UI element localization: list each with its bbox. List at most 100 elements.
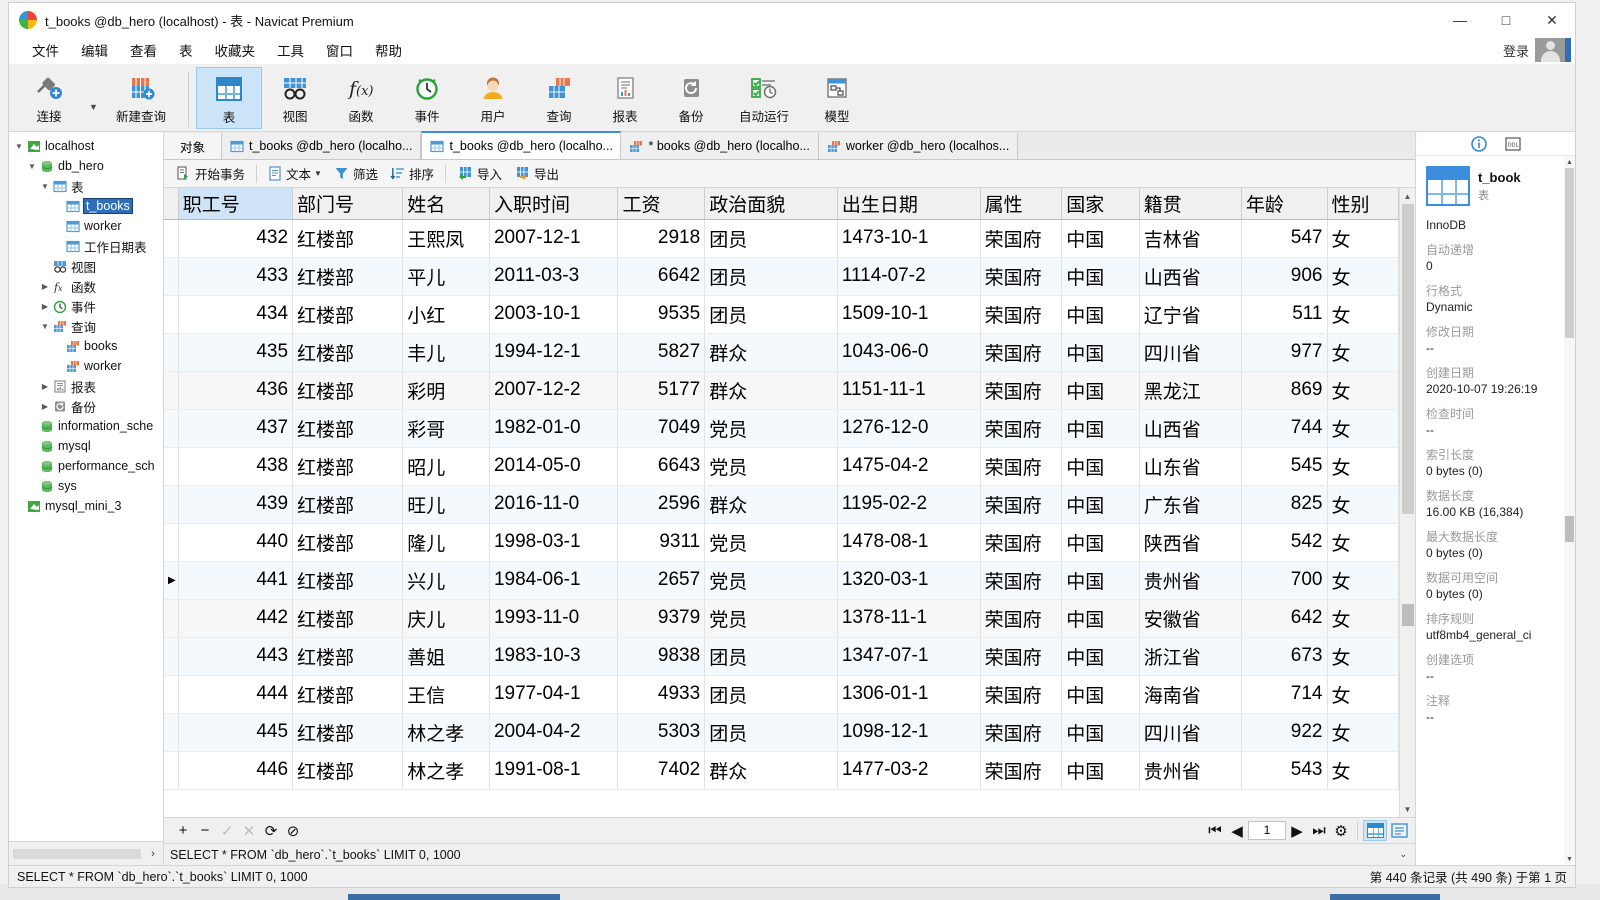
cell-2-9[interactable]: 辽宁省 [1139, 295, 1242, 334]
cell-1-4[interactable]: 6642 [617, 257, 706, 296]
row-marker[interactable] [164, 523, 179, 562]
cell-3-5[interactable]: 群众 [704, 333, 838, 372]
tree-node-[interactable]: 工作日期表 [9, 236, 163, 256]
cell-10-7[interactable]: 荣国府 [980, 599, 1063, 638]
cell-9-10[interactable]: 700 [1241, 561, 1328, 600]
cell-3-1[interactable]: 红楼部 [292, 333, 404, 372]
close-button[interactable]: ✕ [1529, 3, 1575, 37]
cell-13-4[interactable]: 5303 [617, 713, 706, 752]
menu-help[interactable]: 帮助 [364, 37, 413, 63]
cell-6-9[interactable]: 山东省 [1139, 447, 1242, 486]
collapsed-arrow-icon[interactable]: ▶ [39, 282, 51, 291]
row-marker[interactable] [164, 637, 179, 676]
cell-13-5[interactable]: 团员 [704, 713, 838, 752]
cell-5-9[interactable]: 山西省 [1139, 409, 1242, 448]
next-page-button[interactable]: ▶ [1286, 821, 1308, 841]
toolbar-query[interactable]: 查询 [526, 67, 592, 129]
column-header-0[interactable]: 职工号 [178, 188, 294, 220]
cell-0-5[interactable]: 团员 [704, 219, 838, 258]
cell-8-2[interactable]: 隆儿 [402, 523, 490, 562]
info-scroll-down-icon[interactable]: ▼ [1564, 853, 1575, 865]
cell-12-9[interactable]: 海南省 [1139, 675, 1242, 714]
cell-1-6[interactable]: 1114-07-2 [837, 257, 981, 296]
refresh-button[interactable]: ⟳ [260, 821, 282, 841]
text-button[interactable]: 文本 ▼ [262, 163, 328, 185]
cell-7-8[interactable]: 中国 [1061, 485, 1140, 524]
ddl-icon[interactable]: DDL [1504, 135, 1522, 153]
cell-4-4[interactable]: 5177 [617, 371, 706, 410]
collapsed-arrow-icon[interactable]: ▶ [39, 402, 51, 411]
cell-3-10[interactable]: 977 [1241, 333, 1328, 372]
cell-8-10[interactable]: 542 [1241, 523, 1328, 562]
cell-12-10[interactable]: 714 [1241, 675, 1328, 714]
menu-view[interactable]: 查看 [119, 37, 168, 63]
cell-8-4[interactable]: 9311 [617, 523, 706, 562]
cell-4-8[interactable]: 中国 [1061, 371, 1140, 410]
cell-6-0[interactable]: 438 [178, 447, 294, 486]
table-row[interactable]: 437 红楼部 彩哥 1982-01-0 7049 党员 1276-12-0 荣国府 中国 山西省… [164, 409, 1399, 448]
scroll-down-icon[interactable]: ▼ [1400, 801, 1416, 817]
row-marker[interactable] [164, 257, 179, 296]
column-header-11[interactable]: 性别 [1327, 188, 1399, 220]
cell-13-1[interactable]: 红楼部 [292, 713, 404, 752]
column-header-4[interactable]: 工资 [617, 188, 706, 220]
cell-9-2[interactable]: 兴儿 [402, 561, 490, 600]
cell-13-0[interactable]: 445 [178, 713, 294, 752]
row-marker[interactable]: ▶ [164, 561, 179, 600]
cell-13-7[interactable]: 荣国府 [980, 713, 1063, 752]
cell-14-0[interactable]: 446 [178, 751, 294, 790]
row-marker[interactable] [164, 599, 179, 638]
expanded-arrow-icon[interactable]: ▼ [39, 322, 51, 331]
menu-edit[interactable]: 编辑 [70, 37, 119, 63]
tree-node-db_hero[interactable]: ▼ db_hero [9, 156, 163, 176]
info-scroll-up-icon[interactable]: ▲ [1564, 156, 1575, 168]
minimize-button[interactable]: — [1437, 3, 1483, 37]
login-label[interactable]: 登录 [1503, 41, 1529, 60]
cell-14-5[interactable]: 群众 [704, 751, 838, 790]
cell-8-8[interactable]: 中国 [1061, 523, 1140, 562]
tree-node-[interactable]: ▶ 备份 [9, 396, 163, 416]
cell-11-1[interactable]: 红楼部 [292, 637, 404, 676]
cell-5-6[interactable]: 1276-12-0 [837, 409, 981, 448]
cell-2-10[interactable]: 511 [1241, 295, 1328, 334]
cell-8-9[interactable]: 陕西省 [1139, 523, 1242, 562]
maximize-button[interactable]: □ [1483, 3, 1529, 37]
sidebar-horizontal-scrollbar[interactable]: › [9, 841, 163, 865]
toolbar-table[interactable]: 表 [196, 67, 262, 129]
tree-node-[interactable]: 视图 [9, 256, 163, 276]
cell-9-9[interactable]: 贵州省 [1139, 561, 1242, 600]
cell-3-6[interactable]: 1043-06-0 [837, 333, 981, 372]
cell-13-10[interactable]: 922 [1241, 713, 1328, 752]
cell-4-2[interactable]: 彩明 [402, 371, 490, 410]
cell-2-11[interactable]: 女 [1327, 295, 1399, 334]
cell-9-4[interactable]: 2657 [617, 561, 706, 600]
grid-vertical-scrollbar[interactable]: ▲ ▼ [1399, 188, 1415, 817]
page-settings-button[interactable]: ⚙ [1330, 821, 1352, 841]
cell-7-2[interactable]: 旺儿 [402, 485, 490, 524]
sidebar-scroll-right-icon[interactable]: › [147, 848, 159, 860]
cell-5-4[interactable]: 7049 [617, 409, 706, 448]
toolbar-user[interactable]: 用户 [460, 67, 526, 129]
editor-tab-0[interactable]: t_books @db_hero (localho... [222, 133, 422, 159]
cancel-edit-button[interactable]: ✕ [238, 821, 260, 841]
cell-8-5[interactable]: 党员 [704, 523, 838, 562]
tree-node-worker[interactable]: worker [9, 216, 163, 236]
cell-4-0[interactable]: 436 [178, 371, 294, 410]
cell-10-0[interactable]: 442 [178, 599, 294, 638]
cell-10-9[interactable]: 安徽省 [1139, 599, 1242, 638]
column-header-2[interactable]: 姓名 [402, 188, 490, 220]
editor-tab-3[interactable]: worker @db_hero (localhos... [818, 133, 1019, 159]
info-scroll-thumb[interactable] [1565, 168, 1574, 338]
cell-6-1[interactable]: 红楼部 [292, 447, 404, 486]
cell-3-0[interactable]: 435 [178, 333, 294, 372]
cell-1-3[interactable]: 2011-03-3 [489, 257, 619, 296]
object-tree[interactable]: ▼ localhost ▼ db_hero ▼ 表 t_books worker 工作日期表 视图… [9, 132, 163, 841]
tree-node-[interactable]: ▶ 报表 [9, 376, 163, 396]
row-marker[interactable] [164, 485, 179, 524]
cell-8-3[interactable]: 1998-03-1 [489, 523, 619, 562]
cell-0-10[interactable]: 547 [1241, 219, 1328, 258]
cell-13-2[interactable]: 林之孝 [402, 713, 490, 752]
cell-10-2[interactable]: 庆儿 [402, 599, 490, 638]
cell-10-11[interactable]: 女 [1327, 599, 1399, 638]
info-scroll-marker[interactable] [1565, 516, 1574, 542]
